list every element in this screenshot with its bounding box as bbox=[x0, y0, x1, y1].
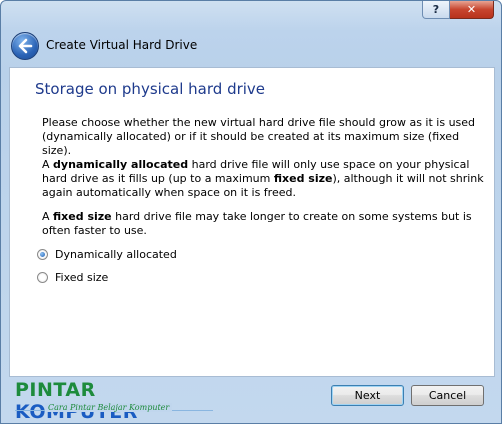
close-button[interactable]: ✕ bbox=[450, 1, 494, 19]
help-button[interactable]: ? bbox=[422, 1, 450, 19]
cancel-button[interactable]: Cancel bbox=[411, 385, 484, 406]
watermark-logo: PINTAR KOMPUTER Cara Pintar Belajar Komp… bbox=[13, 379, 218, 423]
help-icon: ? bbox=[432, 3, 440, 16]
fixed-bold-term: fixed size bbox=[53, 210, 112, 223]
next-button[interactable]: Next bbox=[331, 385, 404, 406]
option-label: Fixed size bbox=[55, 271, 109, 284]
radio-dynamically-allocated[interactable] bbox=[37, 249, 48, 260]
logo-tagline: Cara Pintar Belajar Komputer bbox=[45, 403, 173, 412]
fixed-pre: A bbox=[42, 210, 54, 223]
intro-text: Please choose whether the new virtual ha… bbox=[42, 116, 476, 157]
dynamic-description: A dynamically allocated hard drive file … bbox=[42, 158, 490, 200]
wizard-header: Create Virtual Hard Drive bbox=[1, 29, 501, 63]
fixed-size-bold-term: fixed size bbox=[273, 172, 333, 185]
logo-word-pintar: PINTAR bbox=[15, 379, 96, 401]
radio-fixed-size[interactable] bbox=[37, 272, 48, 283]
option-label: Dynamically allocated bbox=[55, 248, 177, 261]
fixed-description: A fixed size hard drive file may take lo… bbox=[42, 210, 490, 238]
wizard-window: ? ✕ Create Virtual Hard Drive Storage on… bbox=[0, 0, 502, 424]
title-bar: ? ✕ bbox=[1, 1, 501, 21]
option-fixed-size[interactable]: Fixed size bbox=[37, 271, 108, 284]
option-dynamically-allocated[interactable]: Dynamically allocated bbox=[37, 248, 177, 261]
logo-text: PINTAR KOMPUTER bbox=[15, 379, 218, 423]
close-icon: ✕ bbox=[466, 3, 477, 16]
page-title: Storage on physical hard drive bbox=[35, 80, 266, 98]
window-title: Create Virtual Hard Drive bbox=[46, 38, 198, 52]
title-bar-buttons: ? ✕ bbox=[422, 1, 494, 19]
back-arrow-icon bbox=[18, 38, 33, 54]
wizard-footer: PINTAR KOMPUTER Cara Pintar Belajar Komp… bbox=[1, 377, 501, 423]
dynamic-bold-term: dynamically allocated bbox=[53, 158, 189, 171]
wizard-page: Storage on physical hard drive Please ch… bbox=[9, 67, 495, 377]
dynamic-pre: A bbox=[42, 158, 54, 171]
back-button[interactable] bbox=[11, 32, 39, 60]
